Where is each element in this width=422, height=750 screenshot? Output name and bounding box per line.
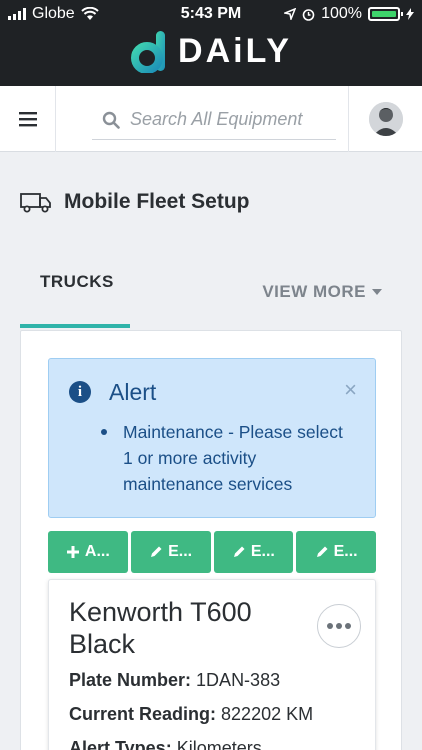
caret-down-icon [372, 289, 382, 295]
pencil-icon [316, 546, 328, 557]
app-brand: DAiLY [0, 26, 422, 76]
location-arrow-icon [284, 8, 297, 20]
alert-message: Maintenance - Please select 1 or more ac… [101, 419, 351, 497]
more-options-button[interactable] [317, 604, 361, 648]
search-input[interactable] [130, 109, 326, 130]
pencil-icon [151, 546, 162, 557]
current-reading-value: 822202 KM [221, 704, 314, 724]
alert-types-row: Alert Types: Kilometers [69, 738, 262, 750]
edit-button-1-label: E... [168, 543, 193, 560]
edit-button-3[interactable]: E... [296, 531, 376, 573]
edit-button-3-label: E... [333, 543, 358, 560]
more-dot [336, 623, 342, 629]
alert-message-list: Maintenance - Please select 1 or more ac… [101, 419, 351, 497]
equipment-tabs: TRUCKS VIEW MORE [20, 272, 402, 330]
current-reading-label: Current Reading: [69, 704, 217, 724]
search-bar [92, 100, 336, 140]
action-buttons: A... E... E... E... [48, 531, 376, 573]
search-header [0, 86, 422, 152]
app-topbar: Globe 5:43 PM 100% DAiLY [0, 0, 422, 86]
page-title-text: Mobile Fleet Setup [64, 190, 250, 213]
current-reading-row: Current Reading: 822202 KM [69, 704, 313, 725]
profile-button[interactable] [348, 86, 422, 152]
info-icon: i [69, 381, 91, 403]
view-more-dropdown[interactable]: VIEW MORE [262, 272, 382, 312]
alert-title: Alert [109, 379, 157, 405]
tab-trucks[interactable]: TRUCKS [40, 272, 114, 312]
charging-bolt-icon [406, 8, 414, 20]
page-title: Mobile Fleet Setup [20, 190, 250, 214]
battery-icon [368, 7, 403, 21]
plus-icon [66, 546, 79, 558]
add-button-label: A... [84, 543, 110, 560]
truck-name: Kenworth T600 Black [69, 597, 252, 659]
plate-number-value: 1DAN-383 [196, 670, 281, 690]
pencil-icon [233, 546, 245, 557]
battery-percent: 100% [321, 5, 362, 22]
status-bar: Globe 5:43 PM 100% [0, 0, 422, 28]
alert-box: i Alert × Maintenance - Please select 1 … [48, 358, 376, 518]
edit-button-2-label: E... [250, 543, 275, 560]
close-icon[interactable]: × [344, 377, 357, 403]
avatar [368, 102, 403, 136]
status-right: 100% [284, 5, 414, 23]
plate-number-row: Plate Number: 1DAN-383 [69, 670, 280, 691]
hamburger-icon [18, 112, 37, 127]
edit-button-1[interactable]: E... [130, 531, 211, 573]
alert-types-value: Kilometers [176, 738, 262, 750]
trucks-panel: i Alert × Maintenance - Please select 1 … [20, 330, 402, 750]
add-button[interactable]: A... [48, 531, 128, 573]
view-more-label: VIEW MORE [262, 282, 366, 301]
active-tab-indicator [20, 324, 130, 328]
app-wordmark: DAiLY [178, 31, 292, 70]
edit-button-2[interactable]: E... [213, 531, 294, 573]
truck-icon [20, 193, 51, 213]
alert-types-label: Alert Types: [69, 738, 172, 750]
plate-number-label: Plate Number: [69, 670, 192, 690]
hamburger-menu-button[interactable] [0, 86, 56, 152]
search-icon [92, 111, 130, 129]
daily-logo-icon [131, 31, 166, 73]
more-dot [327, 623, 333, 629]
alarm-clock-icon [302, 8, 315, 21]
truck-card[interactable]: Kenworth T600 Black Plate Number: 1DAN-3… [48, 579, 376, 750]
more-dot [345, 623, 351, 629]
